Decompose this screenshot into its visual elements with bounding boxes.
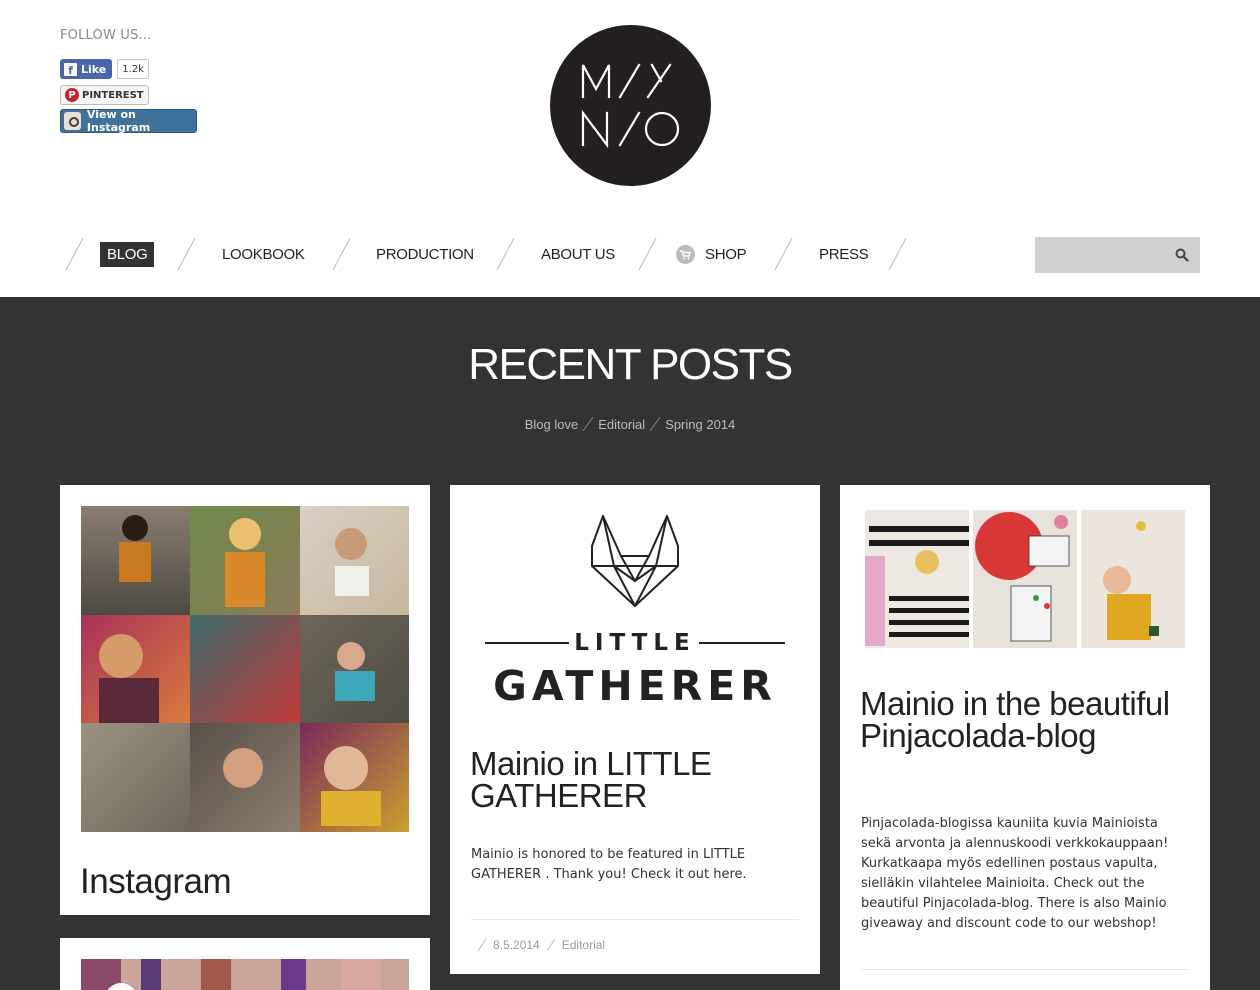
nav-label: PRODUCTION	[376, 246, 474, 263]
nav-divider	[772, 237, 793, 271]
post-divider	[471, 919, 799, 920]
little-gatherer-image-line1: LITTLE	[574, 630, 696, 656]
post-title[interactable]: Mainio in LITTLE GATHERER	[470, 747, 800, 812]
cart-icon	[676, 245, 695, 264]
nav-label: SHOP	[705, 246, 747, 263]
main-nav: BLOG LOOKBOOK PRODUCTION ABOUT US SHOP P…	[60, 237, 940, 273]
follow-us-title: FOLLOW US...	[60, 28, 152, 43]
facebook-like-label: Like	[81, 62, 107, 76]
meta-divider	[477, 938, 487, 952]
post-excerpt-end: .	[742, 867, 747, 882]
post-card-instagram: Instagram	[60, 485, 430, 915]
nav-lookbook[interactable]: LOOKBOOK	[222, 242, 305, 267]
nav-divider	[886, 237, 907, 271]
nav-divider	[330, 237, 351, 271]
nav-label: BLOG	[107, 246, 148, 263]
nav-shop[interactable]: SHOP	[676, 242, 747, 267]
nav-production[interactable]: PRODUCTION	[376, 242, 474, 267]
post-divider	[861, 969, 1189, 970]
category-filters: Blog love Editorial Spring 2014	[0, 416, 1260, 432]
facebook-like-widget: f Like 1.2k	[60, 59, 149, 79]
instagram-collage-image	[81, 506, 409, 832]
instagram-button[interactable]: View on Instagram	[60, 108, 197, 134]
pinjacolada-collage-image	[865, 510, 1185, 648]
post-excerpt-text: Mainio is honored to be featured in LITT…	[471, 847, 746, 882]
nav-about-us[interactable]: ABOUT US	[541, 242, 615, 267]
nav-label: ABOUT US	[541, 246, 616, 263]
post-card-pinjacolada: Mainio in the beautiful Pinjacolada-blog…	[840, 485, 1210, 990]
search-box	[1035, 237, 1200, 273]
nav-divider	[494, 237, 515, 271]
nav-blog[interactable]: BLOG	[100, 242, 155, 267]
instagram-icon	[64, 112, 81, 130]
filter-divider	[582, 416, 594, 432]
pinjacolada-image[interactable]	[861, 506, 1189, 652]
instagram-label: View on Instagram	[86, 108, 151, 134]
post-excerpt: Pinjacolada-blogissa kauniita kuvia Main…	[861, 816, 1169, 931]
meta-divider	[546, 938, 556, 952]
instagram-photo-grid[interactable]	[81, 506, 409, 832]
post-card-partial	[60, 938, 430, 990]
nav-press[interactable]: PRESS	[819, 242, 869, 267]
post-card-little-gatherer: LITTLE GATHERER Mainio in LITTLE GATHERE…	[450, 485, 820, 974]
post-image[interactable]	[81, 959, 409, 990]
filter-editorial[interactable]: Editorial	[598, 417, 645, 432]
post-date: 8.5.2014	[493, 938, 540, 952]
little-gatherer-image[interactable]: LITTLE GATHERER	[471, 506, 799, 716]
pinterest-label: PINTEREST	[82, 89, 144, 101]
post-excerpt: Mainio is honored to be featured in LITT…	[471, 845, 771, 885]
search-icon[interactable]	[1175, 248, 1189, 262]
little-gatherer-image-line2: GATHERER	[493, 662, 777, 710]
filter-spring-2014[interactable]: Spring 2014	[665, 417, 735, 432]
facebook-icon: f	[64, 62, 77, 76]
post-meta: 8.5.2014 Editorial	[471, 938, 605, 952]
logo-mark	[581, 63, 680, 149]
post-title[interactable]: Instagram	[80, 862, 232, 902]
post-image-graphic	[81, 959, 409, 990]
post-title[interactable]: Mainio in the beautiful Pinjacolada-blog	[860, 687, 1190, 752]
recent-posts-title: RECENT POSTS	[468, 340, 793, 389]
pinterest-icon: P	[65, 88, 79, 102]
nav-label: LOOKBOOK	[222, 246, 305, 263]
post-category-link[interactable]: Editorial	[562, 938, 605, 952]
facebook-like-count: 1.2k	[117, 59, 149, 79]
filter-divider	[649, 416, 661, 432]
nav-divider	[175, 237, 196, 271]
search-input[interactable]	[1035, 237, 1165, 273]
pinterest-button[interactable]: P PINTEREST	[60, 85, 149, 105]
post-read-link[interactable]: here	[713, 867, 742, 882]
filter-blog-love[interactable]: Blog love	[525, 417, 578, 432]
site-header: FOLLOW US... f Like 1.2k P PINTEREST Vie…	[0, 0, 1260, 297]
nav-divider	[636, 237, 657, 271]
nav-divider	[63, 237, 84, 271]
mainio-logo[interactable]	[550, 25, 711, 186]
facebook-like-button[interactable]: f Like	[60, 59, 113, 79]
nav-label: PRESS	[819, 246, 869, 263]
